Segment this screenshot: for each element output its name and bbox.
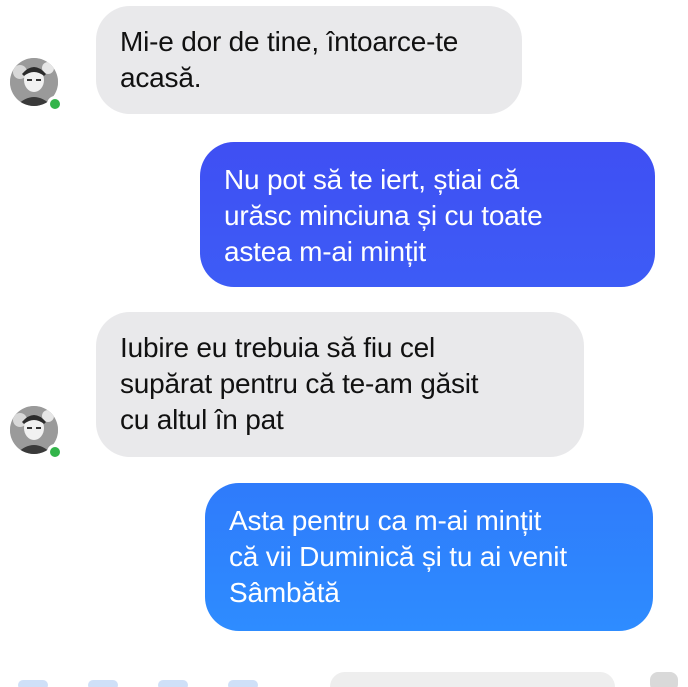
incoming-message[interactable]: Iubire eu trebuia să fiu cel supărat pen… [96, 312, 584, 457]
menu-icon[interactable] [18, 680, 48, 687]
message-input[interactable] [330, 672, 615, 687]
active-status-dot [47, 444, 63, 460]
outgoing-message[interactable]: Nu pot să te iert, știai că urăsc minciu… [200, 142, 655, 287]
outgoing-message[interactable]: Asta pentru ca m-ai mințit că vii Dumini… [205, 483, 653, 631]
active-status-dot [47, 96, 63, 112]
chat-thread: Mi-e dor de tine, întoarce-te acasă. Nu … [0, 0, 688, 687]
camera-icon[interactable] [88, 680, 118, 687]
incoming-message[interactable]: Mi-e dor de tine, întoarce-te acasă. [96, 6, 522, 114]
photo-icon[interactable] [158, 680, 188, 687]
like-icon[interactable] [650, 672, 678, 687]
mic-icon[interactable] [228, 680, 258, 687]
